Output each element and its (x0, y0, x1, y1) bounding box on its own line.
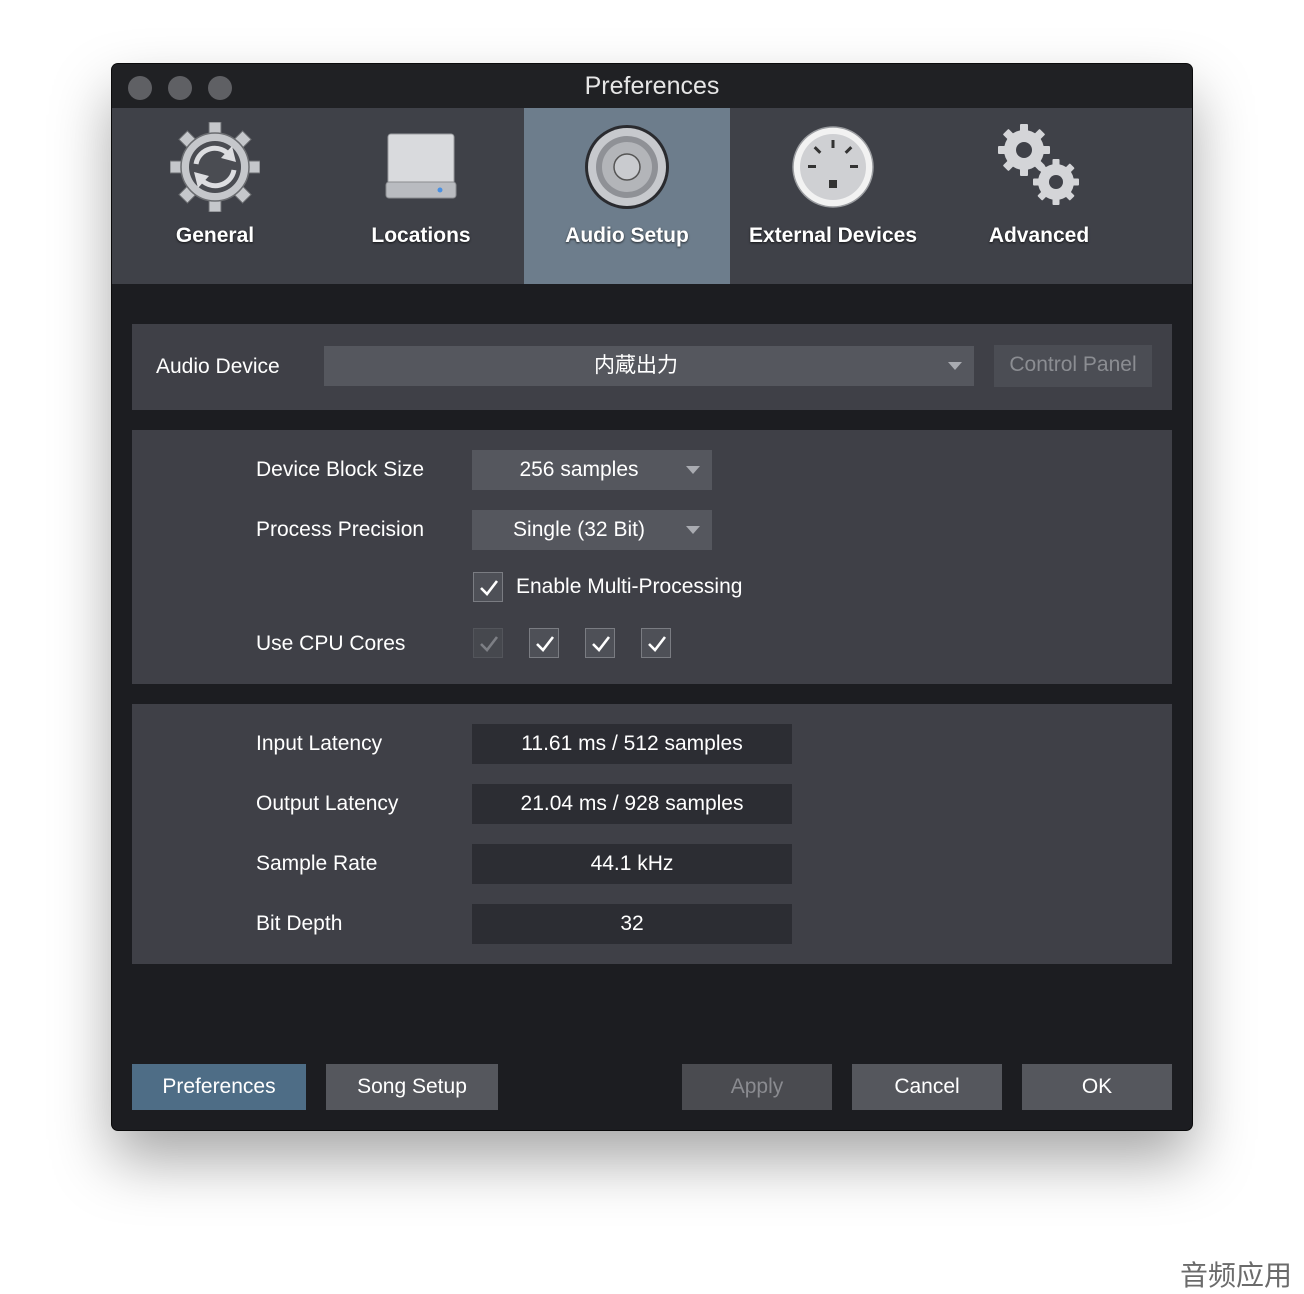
watermark: 音频应用 (1180, 1259, 1293, 1292)
input-latency-label: Input Latency (256, 732, 383, 755)
precision-label: Process Precision (256, 518, 425, 541)
sample-rate-value: 44.1 kHz (472, 844, 792, 884)
chevron-down-icon (686, 466, 700, 474)
audio-device-panel: Audio Device 内蔵出力 Control Panel (132, 324, 1172, 410)
tab-audio-setup[interactable]: Audio Setup (524, 108, 730, 284)
audio-device-dropdown[interactable]: 内蔵出力 (324, 346, 974, 386)
checkmark-icon (480, 636, 499, 652)
midi-connector-icon (792, 126, 874, 208)
tab-external-devices[interactable]: External Devices (730, 108, 936, 284)
tab-label: Advanced (988, 224, 1090, 247)
tab-advanced[interactable]: Advanced (936, 108, 1142, 284)
chevron-down-icon (686, 526, 700, 534)
block-size-dropdown[interactable]: 256 samples (472, 450, 712, 490)
gear-refresh-icon (170, 122, 260, 212)
title-bar[interactable]: Preferences (112, 64, 1192, 108)
multiprocessing-label: Enable Multi-Processing (516, 575, 743, 598)
apply-button[interactable]: Apply (682, 1064, 832, 1110)
ok-button[interactable]: OK (1022, 1064, 1172, 1110)
audio-setup-content: Audio Device 内蔵出力 Control Panel Device B… (116, 284, 1188, 1130)
output-latency-label: Output Latency (256, 792, 399, 815)
gears-icon (998, 124, 1079, 205)
window-title: Preferences (584, 72, 720, 100)
sample-rate-label: Sample Rate (256, 852, 378, 875)
bit-depth-label: Bit Depth (256, 912, 343, 935)
cpu-core-4-checkbox[interactable] (641, 628, 671, 658)
tab-general[interactable]: General (112, 108, 318, 284)
cpu-core-3-checkbox[interactable] (585, 628, 615, 658)
control-panel-button[interactable]: Control Panel (994, 345, 1152, 387)
audio-info-panel: Input Latency 11.61 ms / 512 samples Out… (132, 704, 1172, 964)
block-size-value: 256 samples (519, 458, 639, 481)
song-setup-button[interactable]: Song Setup (326, 1064, 498, 1110)
chevron-down-icon (948, 362, 962, 370)
checkmark-icon (480, 580, 499, 596)
checkmark-icon (648, 636, 667, 652)
tab-label: Locations (371, 224, 471, 247)
checkmark-icon (536, 636, 555, 652)
preferences-window: Preferences General Locations Audio Setu… (112, 64, 1192, 1130)
processing-panel: Device Block Size 256 samples Process Pr… (132, 430, 1172, 684)
precision-dropdown[interactable]: Single (32 Bit) (472, 510, 712, 550)
cpu-core-1-checkbox[interactable] (473, 628, 503, 658)
hard-drive-icon (385, 133, 457, 199)
checkmark-icon (592, 636, 611, 652)
speaker-icon (585, 125, 669, 209)
cpu-core-2-checkbox[interactable] (529, 628, 559, 658)
input-latency-value: 11.61 ms / 512 samples (472, 724, 792, 764)
tab-label: Audio Setup (565, 224, 689, 247)
preferences-tab-bar: General Locations Audio Setup External D… (112, 108, 1192, 284)
cancel-button[interactable]: Cancel (852, 1064, 1002, 1110)
output-latency-value: 21.04 ms / 928 samples (472, 784, 792, 824)
preferences-button[interactable]: Preferences (132, 1064, 306, 1110)
tab-label: General (175, 224, 255, 247)
tab-label: External Devices (748, 224, 918, 247)
block-size-label: Device Block Size (256, 458, 425, 481)
cpu-cores-label: Use CPU Cores (256, 632, 406, 655)
tab-locations[interactable]: Locations (318, 108, 524, 284)
bit-depth-value: 32 (472, 904, 792, 944)
multiprocessing-checkbox[interactable] (473, 572, 503, 602)
audio-device-label: Audio Device (156, 355, 280, 378)
audio-device-value: 内蔵出力 (594, 354, 678, 377)
precision-value: Single (32 Bit) (513, 518, 645, 541)
